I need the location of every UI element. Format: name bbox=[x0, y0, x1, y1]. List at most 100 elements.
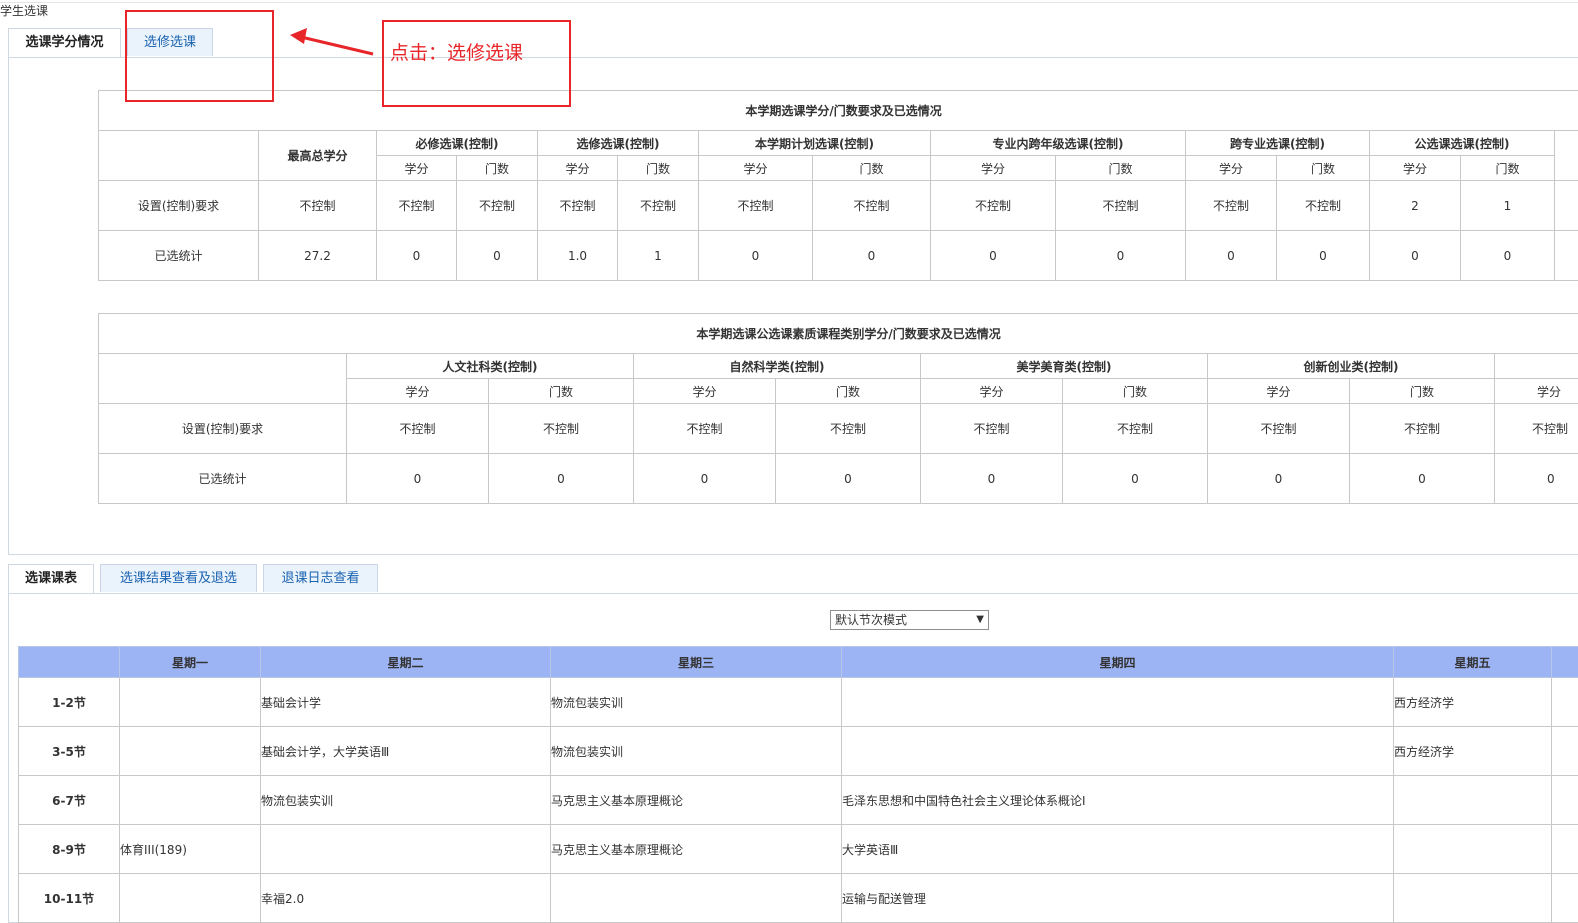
bottom-tabbar: 选课课表 选课结果查看及退选 退课日志查看 bbox=[8, 564, 384, 594]
quality-table: 本学期选课公选课素质课程类别学分/门数要求及已选情况 人文社科类(控制) 自然科… bbox=[98, 313, 1578, 504]
overflow-header bbox=[1552, 647, 1578, 678]
table-cell: 0 bbox=[1063, 454, 1208, 504]
table-cell: 不控制 bbox=[618, 181, 699, 231]
table-cell: 不控制 bbox=[1186, 181, 1277, 231]
overflow-cell bbox=[1555, 131, 1578, 181]
row-label: 设置(控制)要求 bbox=[99, 181, 259, 231]
sub-header: 学分 bbox=[921, 379, 1063, 404]
dropdown-arrow-icon: ▼ bbox=[976, 611, 984, 629]
day-header: 星期三 bbox=[551, 647, 842, 678]
period-label: 10-11节 bbox=[19, 874, 120, 923]
table-cell: 0 bbox=[1208, 454, 1350, 504]
corner-cell bbox=[99, 131, 259, 181]
table-cell: 0 bbox=[921, 454, 1063, 504]
group-header: 专业内跨年级选课(控制) bbox=[931, 131, 1186, 156]
table-cell: 0 bbox=[1350, 454, 1495, 504]
annotation-highlight-box bbox=[125, 10, 274, 102]
course-cell bbox=[1394, 825, 1552, 874]
row-label: 已选统计 bbox=[99, 454, 347, 504]
table-cell: 不控制 bbox=[776, 404, 921, 454]
schedule-row: 6-7节 物流包装实训 马克思主义基本原理概论 毛泽东思想和中国特色社会主义理论… bbox=[19, 776, 1578, 825]
group-header: 美学美育类(控制) bbox=[921, 354, 1208, 379]
tab-schedule[interactable]: 选课课表 bbox=[8, 564, 94, 594]
sub-header: 学分 bbox=[1186, 156, 1277, 181]
table-cell: 0 bbox=[347, 454, 489, 504]
table-cell: 0 bbox=[1370, 231, 1461, 281]
table-cell: 不控制 bbox=[1350, 404, 1495, 454]
sub-header: 学分 bbox=[634, 379, 776, 404]
group-header: 人文社科类(控制) bbox=[347, 354, 634, 379]
sub-header: 门数 bbox=[1063, 379, 1208, 404]
sub-header: 门数 bbox=[489, 379, 634, 404]
corner-header bbox=[19, 647, 120, 678]
sub-header: 学分 bbox=[699, 156, 813, 181]
table-cell: 2 bbox=[1370, 181, 1461, 231]
tab-selection-results[interactable]: 选课结果查看及退选 bbox=[100, 564, 257, 592]
table-cell: 不控制 bbox=[931, 181, 1056, 231]
table-cell: 0 bbox=[776, 454, 921, 504]
course-cell bbox=[1394, 776, 1552, 825]
course-cell: 幸福2.0 bbox=[261, 874, 551, 923]
period-mode-select[interactable]: 默认节次模式 ▼ bbox=[830, 610, 989, 630]
table-cell: 不控制 bbox=[1277, 181, 1370, 231]
course-cell bbox=[842, 678, 1394, 727]
schedule-row: 10-11节 幸福2.0 运输与配送管理 bbox=[19, 874, 1578, 923]
table-cell: 不控制 bbox=[1495, 404, 1578, 454]
table-row: 设置(控制)要求 不控制 不控制 不控制 不控制 不控制 不控制 不控制 不控制… bbox=[99, 181, 1578, 231]
course-cell: 马克思主义基本原理概论 bbox=[551, 825, 842, 874]
schedule-table: 星期一 星期二 星期三 星期四 星期五 1-2节 基础会计学 物流包装实训 西方… bbox=[18, 646, 1578, 923]
table-cell: 0 bbox=[1495, 454, 1578, 504]
day-header: 星期一 bbox=[120, 647, 261, 678]
table-cell: 0 bbox=[1277, 231, 1370, 281]
table-cell: 不控制 bbox=[489, 404, 634, 454]
group-header: 跨专业选课(控制) bbox=[1186, 131, 1370, 156]
table-cell: 1 bbox=[618, 231, 699, 281]
row-label: 已选统计 bbox=[99, 231, 259, 281]
table-cell: 0 bbox=[457, 231, 538, 281]
course-cell: 物流包装实训 bbox=[261, 776, 551, 825]
course-cell: 大学英语Ⅲ bbox=[842, 825, 1394, 874]
credits-table-caption: 本学期选课学分/门数要求及已选情况 bbox=[99, 91, 1578, 131]
table-cell: 不控制 bbox=[457, 181, 538, 231]
group-header: 自然科学类(控制) bbox=[634, 354, 921, 379]
tab-withdraw-log[interactable]: 退课日志查看 bbox=[263, 564, 378, 592]
day-header: 星期四 bbox=[842, 647, 1394, 678]
sub-header: 学分 bbox=[1495, 379, 1578, 404]
sub-header: 学分 bbox=[1208, 379, 1350, 404]
sub-header: 门数 bbox=[1277, 156, 1370, 181]
course-cell bbox=[120, 776, 261, 825]
period-label: 8-9节 bbox=[19, 825, 120, 874]
row-label: 设置(控制)要求 bbox=[99, 404, 347, 454]
schedule-row: 3-5节 基础会计学，大学英语Ⅲ 物流包装实训 西方经济学 bbox=[19, 727, 1578, 776]
table-cell: 0 bbox=[634, 454, 776, 504]
course-cell bbox=[120, 727, 261, 776]
course-cell: 基础会计学，大学英语Ⅲ bbox=[261, 727, 551, 776]
table-cell: 0 bbox=[813, 231, 931, 281]
credits-table: 本学期选课学分/门数要求及已选情况 最高总学分 必修选课(控制) 选修选课(控制… bbox=[98, 90, 1578, 281]
table-cell: 0 bbox=[377, 231, 457, 281]
group-header: 必修选课(控制) bbox=[377, 131, 538, 156]
course-cell bbox=[120, 874, 261, 923]
overflow-cell bbox=[1552, 678, 1578, 727]
max-credit-cell: 27.2 bbox=[259, 231, 377, 281]
annotation-text: 点击：选修选课 bbox=[390, 38, 523, 65]
overflow-cell bbox=[1495, 354, 1578, 379]
sub-header: 学分 bbox=[377, 156, 457, 181]
table-cell: 0 bbox=[699, 231, 813, 281]
period-mode-value: 默认节次模式 bbox=[835, 613, 907, 627]
table-cell: 不控制 bbox=[1208, 404, 1350, 454]
max-credit-header: 最高总学分 bbox=[259, 131, 377, 181]
sub-header: 门数 bbox=[813, 156, 931, 181]
table-row: 已选统计 0 0 0 0 0 0 0 0 0 bbox=[99, 454, 1578, 504]
sub-header: 门数 bbox=[1056, 156, 1186, 181]
day-header: 星期五 bbox=[1394, 647, 1552, 678]
overflow-cell bbox=[1552, 874, 1578, 923]
table-cell: 不控制 bbox=[1056, 181, 1186, 231]
period-label: 1-2节 bbox=[19, 678, 120, 727]
table-cell: 0 bbox=[1056, 231, 1186, 281]
course-cell: 基础会计学 bbox=[261, 678, 551, 727]
table-cell: 0 bbox=[931, 231, 1056, 281]
table-cell: 不控制 bbox=[377, 181, 457, 231]
tab-credit-summary[interactable]: 选课学分情况 bbox=[8, 28, 121, 58]
course-cell bbox=[842, 727, 1394, 776]
